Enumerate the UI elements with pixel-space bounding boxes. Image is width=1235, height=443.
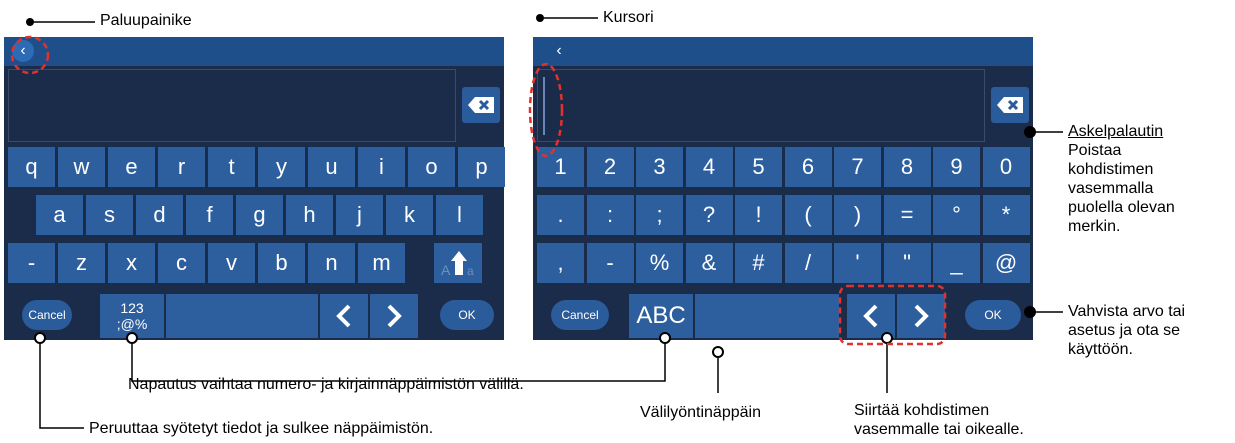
- confirm-line-3: käyttöön.: [1068, 341, 1133, 358]
- backspace-line-3: vasemmalla: [1068, 180, 1154, 197]
- arrows-line-2: vasemmalle tai oikealle.: [854, 421, 1024, 438]
- confirm-description: Vahvista arvo tai asetus ja ota se käytt…: [1068, 302, 1185, 359]
- arrows-line-1: Siirtää kohdistimen: [854, 402, 990, 419]
- backspace-description: Askelpalautin Poistaa kohdistimen vasemm…: [1068, 122, 1175, 236]
- backspace-line-5: merkin.: [1068, 218, 1121, 235]
- cancel-description: Peruuttaa syötetyt tiedot ja sulkee näpp…: [89, 420, 434, 437]
- cursor-label: Kursori: [603, 9, 654, 26]
- backspace-line-2: kohdistimen: [1068, 161, 1154, 178]
- mode-toggle-description: Napautus vaihtaa numero- ja kirjainnäppä…: [128, 376, 524, 393]
- confirm-line-2: asetus ja ota se: [1068, 322, 1181, 339]
- backspace-line-4: puolella olevan: [1068, 199, 1175, 216]
- backspace-line-1: Poistaa: [1068, 142, 1122, 159]
- back-button-label: Paluupainike: [100, 12, 192, 29]
- space-bar-description: Välilyöntinäppäin: [640, 404, 761, 421]
- backspace-title: Askelpalautin: [1068, 123, 1164, 140]
- cursor-arrows-description: Siirtää kohdistimen vasemmalle tai oikea…: [854, 401, 1024, 439]
- confirm-line-1: Vahvista arvo tai: [1068, 303, 1186, 320]
